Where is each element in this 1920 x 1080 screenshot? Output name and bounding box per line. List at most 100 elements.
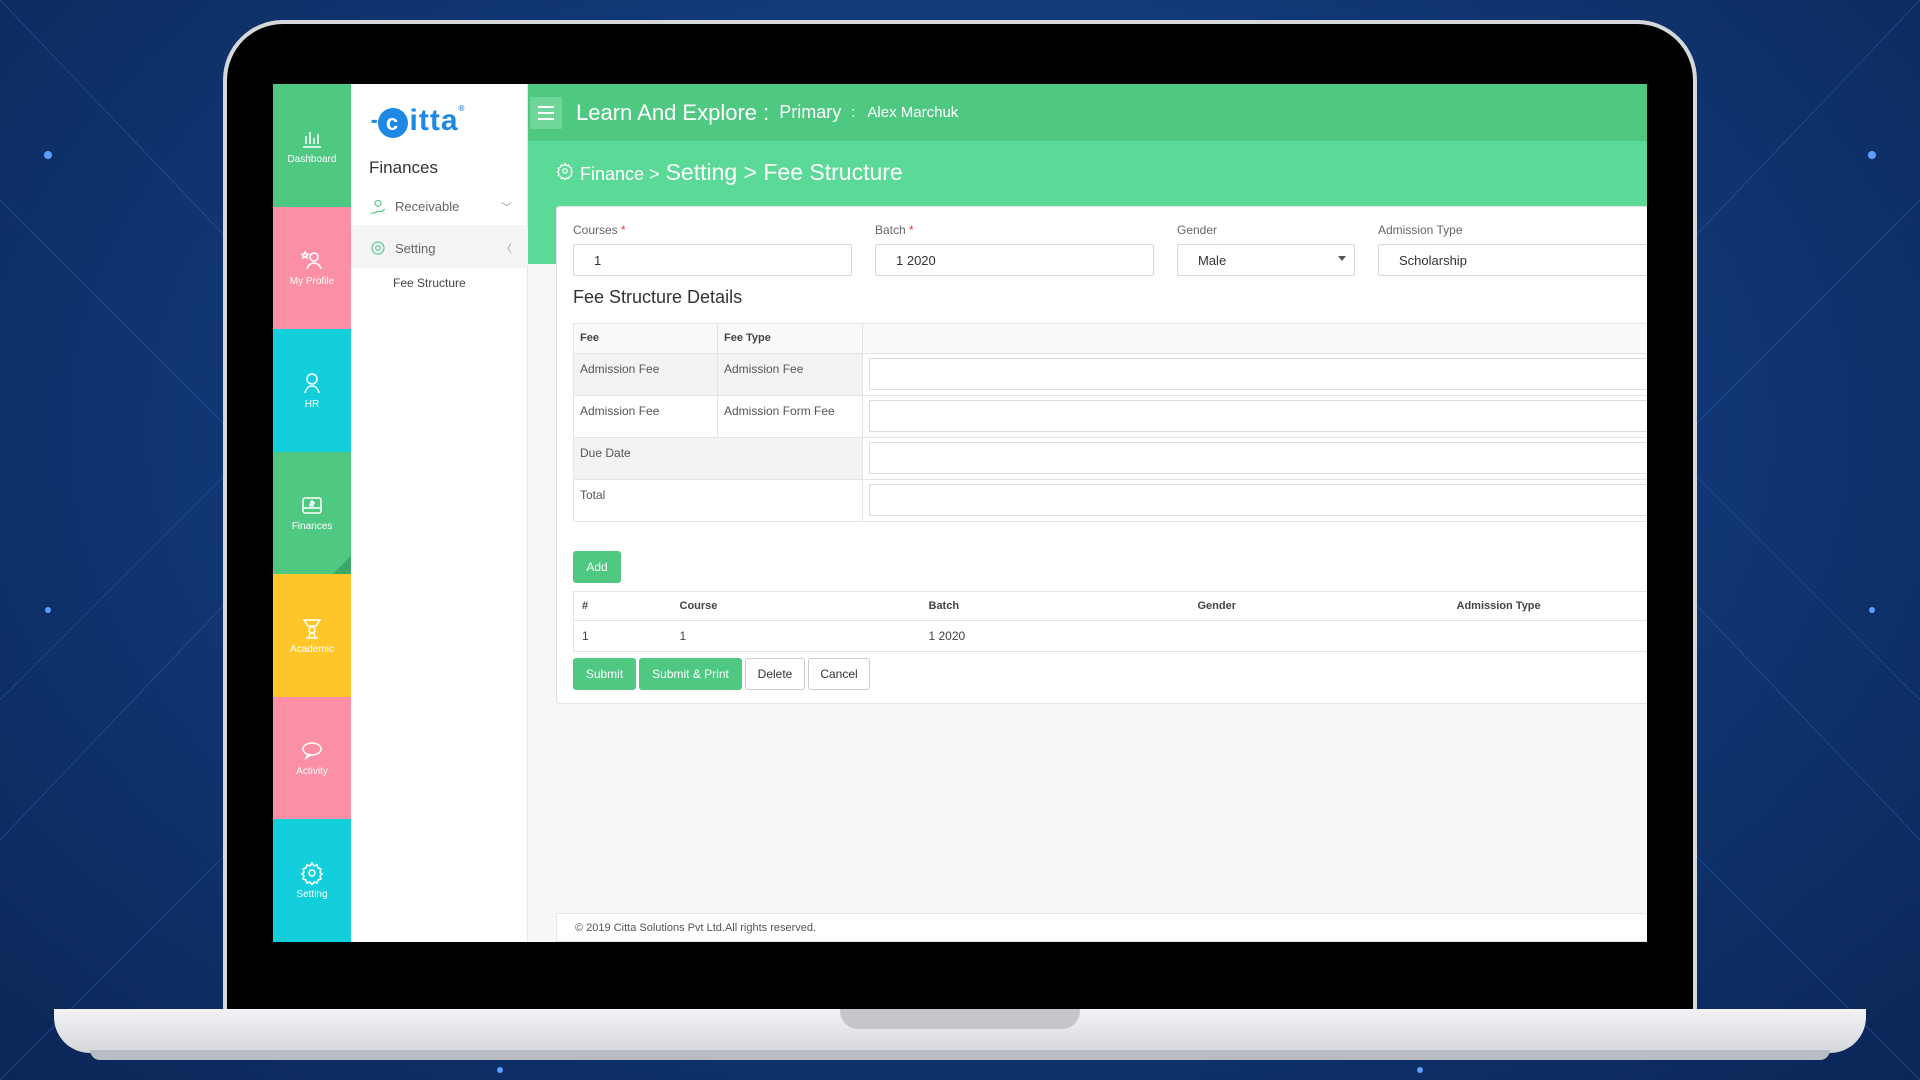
chevron-down-icon: ﹀: [501, 201, 512, 214]
table-row: Admission Fee Admission Form Fee: [573, 395, 1647, 438]
table-row: Due Date: [573, 437, 1647, 480]
nav-label: HR: [304, 398, 320, 410]
hamburger-menu-icon[interactable]: [530, 96, 562, 129]
fee-header: Fee: [573, 323, 718, 354]
table-row: Total: [573, 479, 1647, 522]
admission-type-select[interactable]: Scholarship: [1378, 244, 1647, 276]
nav-hr[interactable]: HR: [273, 329, 351, 452]
add-button[interactable]: Add: [573, 551, 621, 583]
logo-dots-icon: ▪▪: [371, 114, 377, 128]
nav-label: Activity: [296, 766, 328, 778]
courses-input[interactable]: 1: [573, 244, 852, 276]
courses-label: Courses *: [573, 223, 626, 237]
main-content: Learn And Explore : Primary : Alex March…: [528, 84, 1647, 942]
fee-cell: Admission Fee: [573, 395, 718, 438]
nav-label: My Profile: [289, 276, 335, 288]
app-screen: Dashboard My Profile HR Finances Academi…: [273, 84, 1647, 942]
user-name[interactable]: Alex Marchuk: [867, 104, 958, 121]
total-input[interactable]: [869, 484, 1647, 516]
amount-header: [862, 323, 1647, 354]
nav-setting[interactable]: Setting: [273, 819, 351, 942]
submenu-item-label: Setting: [395, 240, 436, 256]
fee-type-cell: Admission Fee: [717, 353, 863, 396]
breadcrumb-finance[interactable]: Finance >: [580, 164, 660, 185]
fee-amount-input[interactable]: [869, 358, 1647, 390]
submenu-item-fee-structure[interactable]: Fee Structure: [393, 276, 466, 290]
chat-bubble-icon: [302, 742, 322, 761]
fee-structure-card: Courses * 1 Batch * 1 2020 Gender Male A…: [556, 206, 1647, 704]
laptop-foot: [90, 1050, 1830, 1060]
fee-type-cell: Admission Form Fee: [717, 395, 863, 438]
fee-details-title: Fee Structure Details: [573, 287, 743, 307]
chevron-left-icon: 〈: [501, 243, 512, 255]
nav-my-profile[interactable]: My Profile: [273, 206, 351, 329]
gear-icon: [556, 162, 574, 180]
profile-star-icon: [300, 250, 322, 270]
fee-cell: Admission Fee: [573, 353, 718, 396]
school-title: Learn And Explore :: [576, 99, 770, 125]
laptop-notch: [840, 1009, 1080, 1029]
caret-down-icon: [1338, 256, 1346, 261]
citta-logo: ▪▪ c itta®: [371, 104, 465, 138]
nav-label: Setting: [296, 889, 328, 900]
breadcrumb-current: Setting > Fee Structure: [665, 159, 903, 185]
submenu-item-label: Receivable: [395, 199, 460, 214]
wallet-dollar-icon: [302, 497, 322, 514]
list-header-course: Course: [671, 591, 921, 621]
logo-c: c: [377, 108, 408, 138]
list-cell: [1448, 620, 1647, 652]
logo-text: itta: [409, 104, 459, 137]
submit-print-button[interactable]: Submit & Print: [639, 658, 742, 690]
top-bar: Learn And Explore : Primary : Alex March…: [528, 84, 1647, 141]
table-row[interactable]: 1 1 1 2020: [573, 620, 1647, 652]
due-date-input[interactable]: [869, 442, 1647, 474]
list-cell: [1189, 620, 1449, 652]
nav-label: Academic: [290, 643, 334, 655]
nav-activity[interactable]: Activity: [273, 696, 351, 819]
list-cell: 1: [573, 620, 672, 652]
dashboard-chart-icon: [303, 131, 321, 148]
fee-details-table: Fee Fee Type Admission Fee Admission Fee…: [573, 323, 1647, 522]
submit-button[interactable]: Submit: [573, 658, 636, 690]
cancel-button[interactable]: Cancel: [808, 658, 870, 690]
main-nav-rail: Dashboard My Profile HR Finances Academi…: [273, 84, 351, 942]
copyright-footer: © 2019 Citta Solutions Pvt Ltd.All right…: [556, 913, 1647, 942]
logo-reg: ®: [458, 104, 466, 113]
finance-submenu: ▪▪ c itta® Finances Receivable ﹀ Setting …: [351, 84, 528, 942]
nav-academic[interactable]: Academic: [273, 574, 351, 697]
title-separator: :: [851, 104, 856, 121]
total-label: Total: [573, 479, 863, 522]
fee-amount-input[interactable]: [869, 400, 1647, 432]
gender-value: Male: [1198, 253, 1227, 268]
nav-label: Dashboard: [287, 153, 337, 165]
nav-dashboard[interactable]: Dashboard: [273, 84, 351, 207]
fee-list-table: # Course Batch Gender Admission Type 1 1…: [573, 591, 1647, 652]
fee-type-header: Fee Type: [717, 323, 863, 354]
delete-button[interactable]: Delete: [745, 658, 805, 690]
nav-finances[interactable]: Finances: [273, 451, 351, 574]
submenu-title: Finances: [369, 158, 438, 177]
gender-label: Gender: [1177, 223, 1218, 237]
list-header-admission-type: Admission Type: [1448, 591, 1647, 621]
submenu-item-setting[interactable]: Setting 〈: [351, 228, 528, 268]
batch-label: Batch *: [875, 223, 914, 237]
hr-person-icon: [304, 373, 320, 393]
table-row: Admission Fee Admission Fee: [573, 353, 1647, 396]
list-cell: 1: [671, 620, 921, 652]
gear-icon: [300, 861, 324, 885]
admission-type-label: Admission Type: [1378, 223, 1463, 237]
gear-icon: [371, 241, 385, 255]
due-date-label: Due Date: [573, 437, 863, 480]
submenu-item-receivable[interactable]: Receivable ﹀: [351, 187, 528, 227]
academic-award-icon: [302, 619, 322, 639]
gender-select[interactable]: Male: [1177, 244, 1355, 276]
list-header-gender: Gender: [1189, 591, 1449, 621]
list-header-batch: Batch: [920, 591, 1190, 621]
nav-label: Finances: [291, 521, 333, 533]
money-hand-icon: [370, 199, 386, 214]
breadcrumb: Finance > Setting > Fee Structure: [556, 159, 903, 186]
list-cell: 1 2020: [920, 620, 1190, 652]
batch-input[interactable]: 1 2020: [875, 244, 1154, 276]
school-level: Primary: [779, 102, 842, 122]
list-header-index: #: [573, 591, 672, 621]
